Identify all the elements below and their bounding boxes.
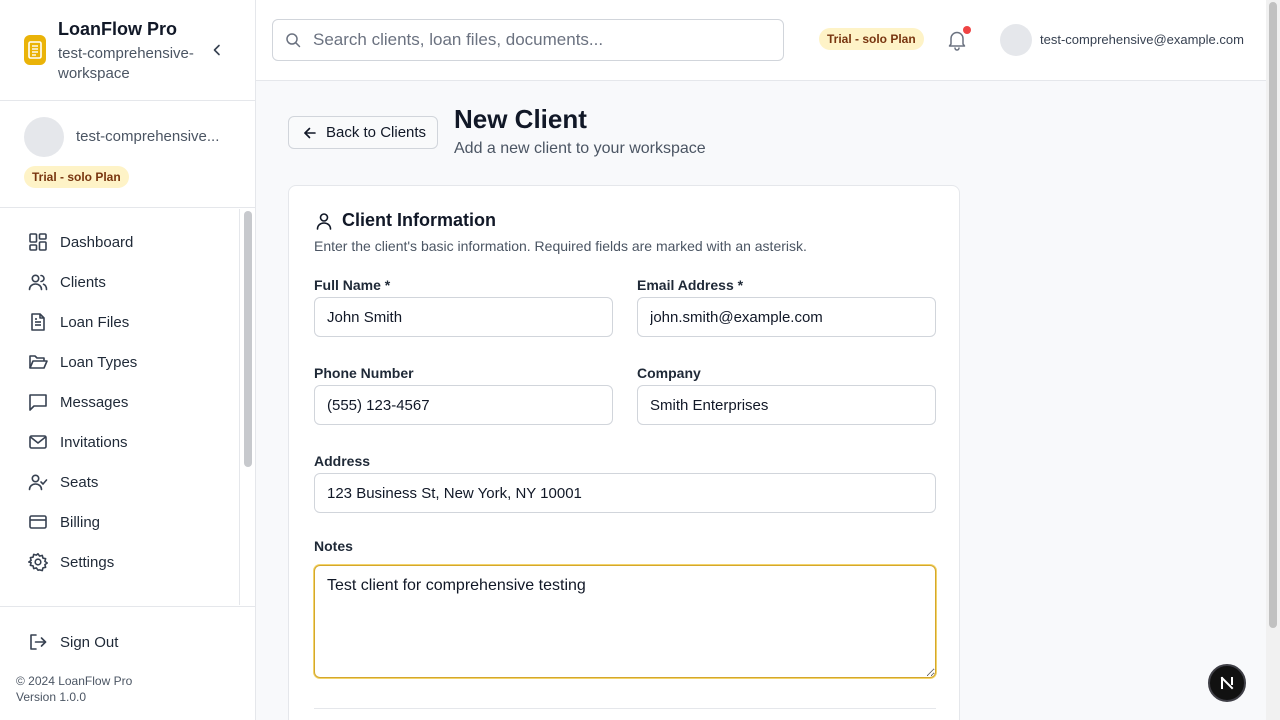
sidebar-user: test-comprehensive... Trial - solo Plan [0,101,255,208]
sidebar-item-settings[interactable]: Settings [16,544,226,580]
sidebar-item-clients[interactable]: Clients [16,264,226,300]
sidebar-item-invitations[interactable]: Invitations [16,424,226,460]
full-name-field[interactable] [314,297,613,337]
sidebar-item-loan-types[interactable]: Loan Types [16,344,226,380]
brand-header: LoanFlow Pro test-comprehensive-workspac… [0,0,255,101]
sign-out-button[interactable]: Sign Out [16,624,226,660]
card-description: Enter the client's basic information. Re… [314,238,807,254]
folder-open-icon [28,352,48,372]
page-scrollbar-thumb[interactable] [1269,2,1277,628]
sidebar-item-billing[interactable]: Billing [16,504,226,540]
page-title: New Client [454,104,587,134]
email-label: Email Address * [637,277,744,293]
phone-field[interactable] [314,385,613,425]
log-out-icon [28,632,48,652]
workspace-name: test-comprehensive-workspace [58,45,194,82]
sidebar-item-label: Billing [60,513,101,531]
page-subtitle: Add a new client to your workspace [454,140,706,157]
nextjs-logo-icon [1220,676,1234,690]
full-name-label: Full Name * [314,277,391,293]
sidebar-item-label: Invitations [60,433,128,451]
file-text-icon [28,312,48,332]
sidebar-item-dashboard[interactable]: Dashboard [16,224,226,260]
copyright-text: © 2024 LoanFlow Pro [16,674,133,688]
divider [314,708,936,709]
app-name: LoanFlow Pro [58,19,177,39]
sidebar-scrollbar[interactable] [244,211,252,467]
sidebar-item-label: Clients [60,273,106,291]
chevron-left-icon [213,44,220,56]
card-title: Client Information [342,210,496,230]
company-field[interactable] [637,385,936,425]
avatar [24,117,64,157]
sidebar-item-loan-files[interactable]: Loan Files [16,304,226,340]
sidebar-item-label: Messages [60,393,129,411]
users-icon [28,272,48,292]
email-field[interactable] [637,297,936,337]
sidebar-user-name: test-comprehensive... [76,128,220,145]
address-field[interactable] [314,473,936,513]
user-check-icon [28,472,48,492]
top-header: Trial - solo Plan test-comprehensive@exa… [256,0,1266,81]
phone-label: Phone Number [314,365,414,381]
sidebar-item-label: Seats [60,473,99,491]
sidebar: LoanFlow Pro test-comprehensive-workspac… [0,0,256,720]
sidebar-item-seats[interactable]: Seats [16,464,226,500]
credit-card-icon [28,512,48,532]
sidebar-item-messages[interactable]: Messages [16,384,226,420]
arrow-left-icon [303,126,317,140]
client-info-card: Client Information Enter the client's ba… [288,185,960,720]
gear-icon [28,552,48,572]
dashboard-icon [28,232,48,252]
sidebar-item-label: Dashboard [60,233,134,251]
sidebar-item-label: Loan Types [60,353,138,371]
notification-dot [963,26,971,34]
company-label: Company [637,365,701,381]
user-email[interactable]: test-comprehensive@example.com [1040,32,1244,47]
search-icon [286,33,301,48]
search-input[interactable] [313,20,773,60]
sidebar-item-label: Loan Files [60,313,130,331]
notes-label: Notes [314,538,353,554]
collapse-sidebar-button[interactable] [208,40,226,60]
message-square-icon [28,392,48,412]
app-logo-icon [24,35,46,65]
sign-out-label: Sign Out [60,633,119,651]
sidebar-nav: Dashboard Clients Loan Files Loan Types … [0,209,240,605]
address-label: Address [314,453,371,469]
mail-icon [28,432,48,452]
notes-textarea[interactable]: Test client for comprehensive testing [314,565,936,678]
plan-badge: Trial - solo Plan [24,166,129,188]
back-button-label: Back to Clients [326,124,427,141]
version-text: Version 1.0.0 [16,690,87,704]
dev-tools-button[interactable] [1208,664,1246,702]
plan-badge: Trial - solo Plan [819,28,924,50]
avatar[interactable] [1000,24,1032,56]
user-icon [316,213,332,230]
sidebar-item-label: Settings [60,553,115,571]
search-bar [272,19,784,61]
back-to-clients-button[interactable]: Back to Clients [288,116,438,149]
sidebar-footer: Sign Out © 2024 LoanFlow Pro Version 1.0… [0,606,255,720]
